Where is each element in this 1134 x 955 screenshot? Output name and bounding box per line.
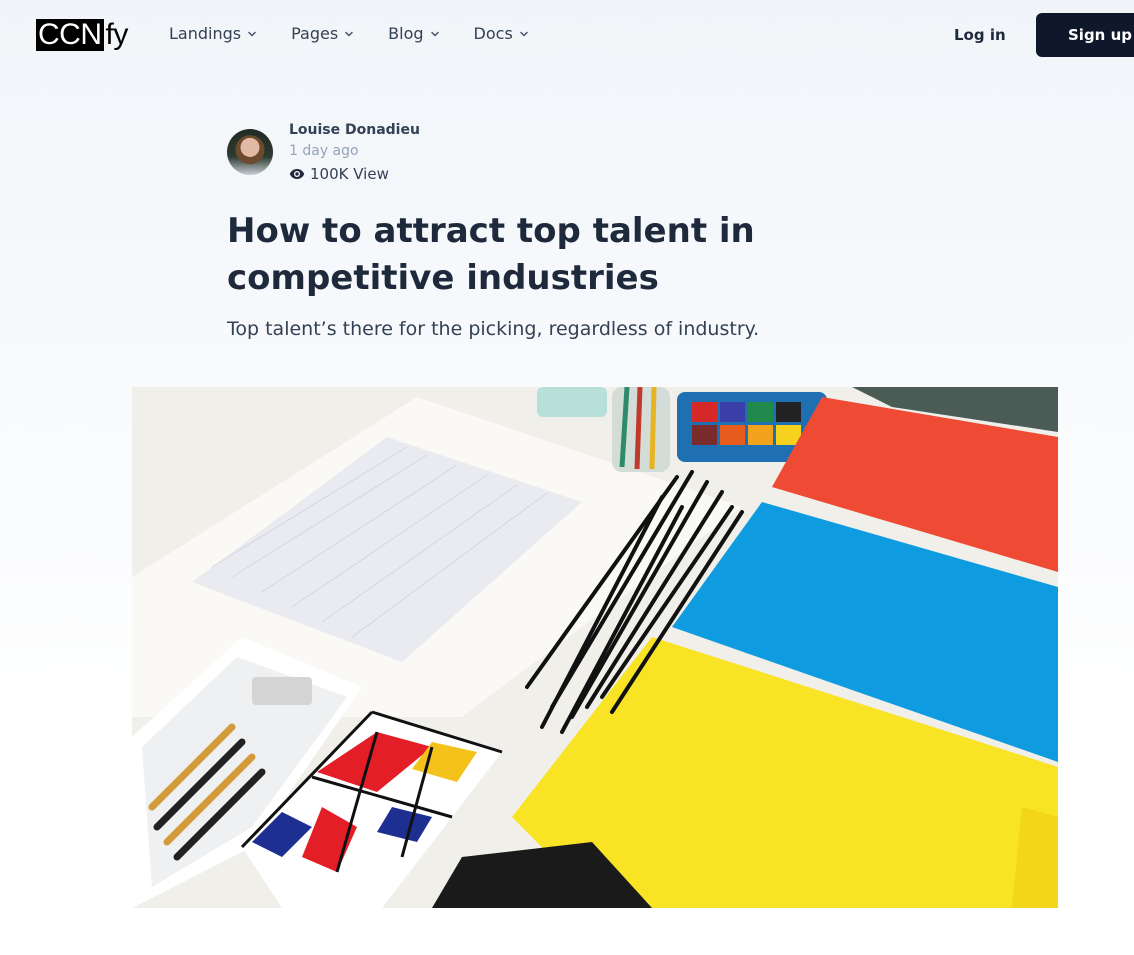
avatar[interactable] <box>227 129 273 175</box>
nav-item-label: Docs <box>473 24 513 43</box>
nav-item-landings[interactable]: Landings <box>169 24 257 43</box>
post-title: How to attract top talent in competitive… <box>227 211 755 298</box>
signup-button[interactable]: Sign up <box>1036 13 1134 57</box>
chevron-down-icon <box>520 31 528 37</box>
author-name[interactable]: Louise Donadieu <box>289 122 420 138</box>
view-count-text: 100K View <box>310 165 389 183</box>
post-time: 1 day ago <box>289 143 359 159</box>
logo-tail-text: fy <box>105 18 129 51</box>
hero-image <box>132 387 1058 908</box>
chevron-down-icon <box>248 31 256 37</box>
view-count: 100K View <box>289 165 389 183</box>
main-nav: Landings Pages Blog Docs <box>169 24 529 43</box>
signup-button-label: Sign up <box>1068 26 1132 44</box>
nav-item-blog[interactable]: Blog <box>388 24 439 43</box>
eye-icon <box>289 169 305 179</box>
post-subtitle: Top talent’s there for the picking, rega… <box>227 318 760 340</box>
nav-item-label: Blog <box>388 24 424 43</box>
brand-logo[interactable]: CCN fy <box>36 18 128 52</box>
chevron-down-icon <box>345 31 353 37</box>
nav-item-docs[interactable]: Docs <box>474 24 529 43</box>
nav-item-pages[interactable]: Pages <box>291 24 354 43</box>
nav-item-label: Pages <box>291 24 339 43</box>
login-link[interactable]: Log in <box>954 26 1006 44</box>
site-header: CCN fy Landings Pages Blog Docs Log in S… <box>0 0 1134 70</box>
nav-item-label: Landings <box>169 24 242 43</box>
chevron-down-icon <box>430 31 439 37</box>
logo-boxed-text: CCN <box>36 18 104 51</box>
